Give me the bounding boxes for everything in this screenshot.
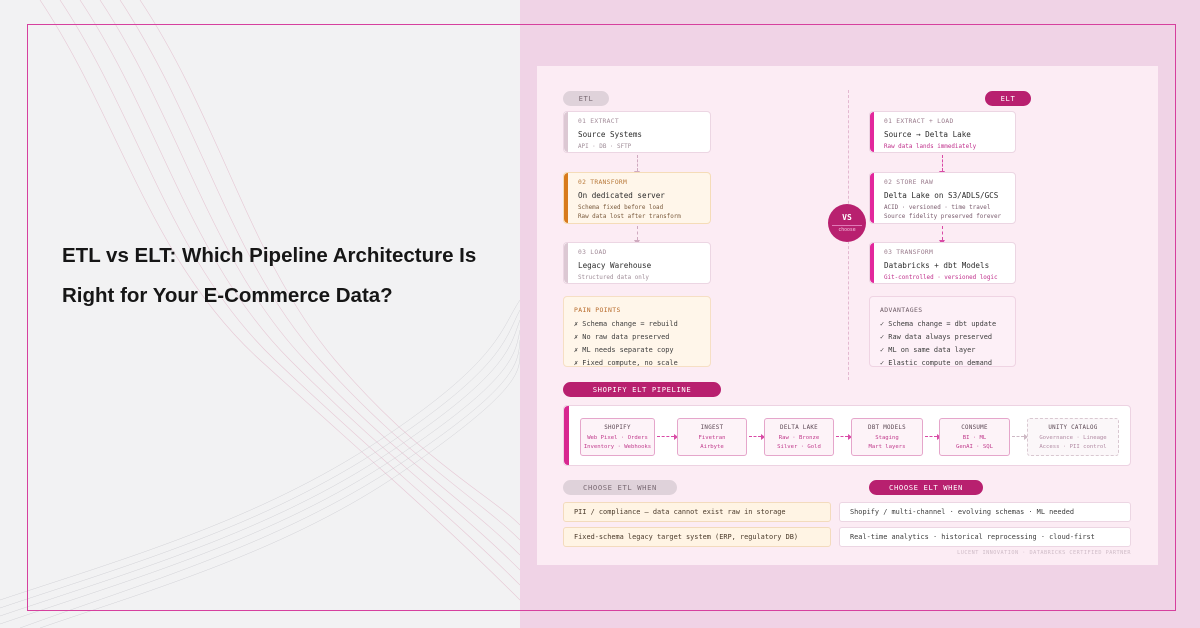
etl-step-load: 03 LOAD Legacy Warehouse Structured data…	[563, 242, 711, 284]
vs-sub: choose	[832, 225, 862, 233]
pain-point-item: ✗ Schema change = rebuild	[574, 320, 678, 328]
comparison-diagram: ETL 01 EXTRACT Source Systems API · DB ·…	[537, 66, 1158, 565]
advantages-heading: ADVANTAGES	[880, 306, 923, 314]
etl-arrow-2	[634, 226, 640, 245]
pipeline-node-shopify: SHOPIFY Web Pixel · Orders Inventory · W…	[580, 418, 655, 456]
node-detail: BI · ML GenAI · SQL	[940, 434, 1009, 452]
pain-points-heading: PAIN POINTS	[574, 306, 621, 314]
choose-etl-tag: CHOOSE ETL WHEN	[563, 480, 677, 495]
advantage-item: ✓ ML on same data layer	[880, 346, 976, 354]
node-detail-line: Access · PII control	[1039, 444, 1107, 450]
etl-step-transform: 02 TRANSFORM On dedicated server Schema …	[563, 172, 711, 224]
elt-step-2-sub-1: ACID · versioned · time travel	[884, 205, 991, 211]
pipeline-tag: SHOPIFY ELT PIPELINE	[563, 382, 721, 397]
elt-step-1-number: 01 EXTRACT + LOAD	[884, 118, 954, 125]
advantage-item: ✓ Elastic compute on demand	[880, 359, 993, 367]
advantage-item: ✓ Raw data always preserved	[880, 333, 993, 341]
node-detail-line: BI · ML	[962, 435, 987, 441]
etl-step-3-title: Legacy Warehouse	[578, 261, 652, 270]
node-detail: Staging Mart layers	[852, 434, 922, 452]
advantage-item: ✓ Schema change = dbt update	[880, 320, 997, 328]
node-detail: Governance · Lineage Access · PII contro…	[1028, 434, 1118, 452]
node-detail: Fivetran Airbyte	[678, 434, 746, 452]
choose-elt-tag: CHOOSE ELT WHEN	[869, 480, 983, 495]
pain-point-item: ✗ ML needs separate copy	[574, 346, 674, 354]
node-title: DBT MODELS	[868, 425, 906, 431]
title-line-1: ETL vs ELT: Which Pipeline Architecture …	[62, 244, 477, 267]
page-title: ETL vs ELT: Which Pipeline Architecture …	[62, 236, 512, 316]
etl-step-2-sub-2: Raw data lost after transform	[578, 213, 681, 220]
node-detail-line: Airbyte	[700, 444, 724, 450]
etl-step-2-title: On dedicated server	[578, 191, 665, 200]
node-title: SHOPIFY	[604, 425, 631, 431]
node-detail-line: Fivetran	[698, 435, 726, 441]
elt-step-3-number: 03 TRANSFORM	[884, 249, 934, 256]
elt-step-3-title: Databricks + dbt Models	[884, 261, 990, 270]
etl-step-1-number: 01 EXTRACT	[578, 118, 619, 125]
node-detail-line: Inventory · Webhooks	[583, 444, 652, 450]
choose-etl-row: PII / compliance — data cannot exist raw…	[563, 502, 831, 522]
node-detail-line: Mart layers	[868, 444, 906, 450]
elt-step-transform: 03 TRANSFORM Databricks + dbt Models Git…	[869, 242, 1016, 284]
etl-step-2-number: 02 TRANSFORM	[578, 179, 628, 186]
node-detail: Web Pixel · Orders Inventory · Webhooks	[581, 434, 654, 452]
pipeline-arrow	[749, 433, 765, 440]
etl-step-2-sub: Schema fixed before load Raw data lost a…	[578, 204, 710, 221]
footer-credit: LUCENT INNOVATION · DATABRICKS CERTIFIED…	[957, 550, 1131, 556]
elt-step-1-title: Source → Delta Lake	[884, 130, 971, 139]
pipeline-arrow	[657, 433, 678, 440]
elt-step-2-title: Delta Lake on S3/ADLS/GCS	[884, 191, 999, 200]
pipeline-arrow	[836, 433, 852, 440]
etl-step-1-sub: API · DB · SFTP	[578, 144, 632, 150]
elt-step-2-sub-2: Source fidelity preserved forever	[884, 213, 1002, 220]
pain-points-card: PAIN POINTS ✗ Schema change = rebuild ✗ …	[563, 296, 711, 367]
elt-step-1-sub: Raw data lands immediately	[884, 144, 977, 150]
etl-step-3-sub: Structured data only	[578, 275, 649, 281]
node-title: INGEST	[700, 425, 724, 431]
choose-etl-row: Fixed-schema legacy target system (ERP, …	[563, 527, 831, 547]
node-detail-line: GenAI · SQL	[955, 444, 994, 450]
node-detail-line: Silver · Gold	[777, 444, 821, 450]
elt-step-extract-load: 01 EXTRACT + LOAD Source → Delta Lake Ra…	[869, 111, 1016, 153]
choose-elt-row: Real-time analytics · historical reproce…	[839, 527, 1131, 547]
advantages-card: ADVANTAGES ✓ Schema change = dbt update …	[869, 296, 1016, 367]
title-line-2: Right for Your E-Commerce Data?	[62, 284, 393, 307]
etl-arrow-1	[634, 155, 640, 176]
node-detail-line: Governance · Lineage	[1039, 435, 1107, 441]
elt-step-3-sub: Git-controlled · versioned logic	[884, 275, 998, 281]
pipeline-node-consume: CONSUME BI · ML GenAI · SQL	[939, 418, 1010, 456]
node-detail-line: Web Pixel · Orders	[587, 435, 648, 441]
pain-point-item: ✗ Fixed compute, no scale	[574, 359, 678, 367]
pipeline-node-delta-lake: DELTA LAKE Raw · Bronze Silver · Gold	[764, 418, 834, 456]
etl-step-2-sub-1: Schema fixed before load	[578, 205, 664, 211]
elt-step-2-number: 02 STORE RAW	[884, 179, 934, 186]
etl-tag: ETL	[563, 91, 609, 106]
pipeline-arrow	[925, 433, 941, 440]
elt-arrow-2	[939, 226, 945, 245]
node-detail: Raw · Bronze Silver · Gold	[765, 434, 833, 452]
choose-elt-row: Shopify / multi-channel · evolving schem…	[839, 502, 1131, 522]
elt-step-2-sub: ACID · versioned · time travel Source fi…	[884, 204, 1015, 221]
elt-arrow-1	[939, 155, 945, 176]
shopify-elt-pipeline: SHOPIFY Web Pixel · Orders Inventory · W…	[563, 405, 1131, 466]
pipeline-node-dbt-models: DBT MODELS Staging Mart layers	[851, 418, 923, 456]
etl-step-1-title: Source Systems	[578, 130, 643, 139]
pain-point-item: ✗ No raw data preserved	[574, 333, 670, 341]
elt-tag: ELT	[985, 91, 1031, 106]
elt-step-store-raw: 02 STORE RAW Delta Lake on S3/ADLS/GCS A…	[869, 172, 1016, 224]
node-title: UNITY CATALOG	[1048, 425, 1098, 431]
pipeline-arrow	[1012, 433, 1028, 440]
vs-badge: VS choose	[828, 204, 866, 242]
node-title: DELTA LAKE	[780, 425, 818, 431]
etl-step-3-number: 03 LOAD	[578, 249, 607, 256]
node-detail-line: Staging	[875, 435, 899, 441]
pipeline-node-unity-catalog: UNITY CATALOG Governance · Lineage Acces…	[1027, 418, 1119, 456]
node-detail-line: Raw · Bronze	[778, 435, 820, 441]
pipeline-node-ingest: INGEST Fivetran Airbyte	[677, 418, 747, 456]
node-title: CONSUME	[961, 425, 988, 431]
vs-label: VS	[842, 213, 852, 222]
etl-step-extract: 01 EXTRACT Source Systems API · DB · SFT…	[563, 111, 711, 153]
